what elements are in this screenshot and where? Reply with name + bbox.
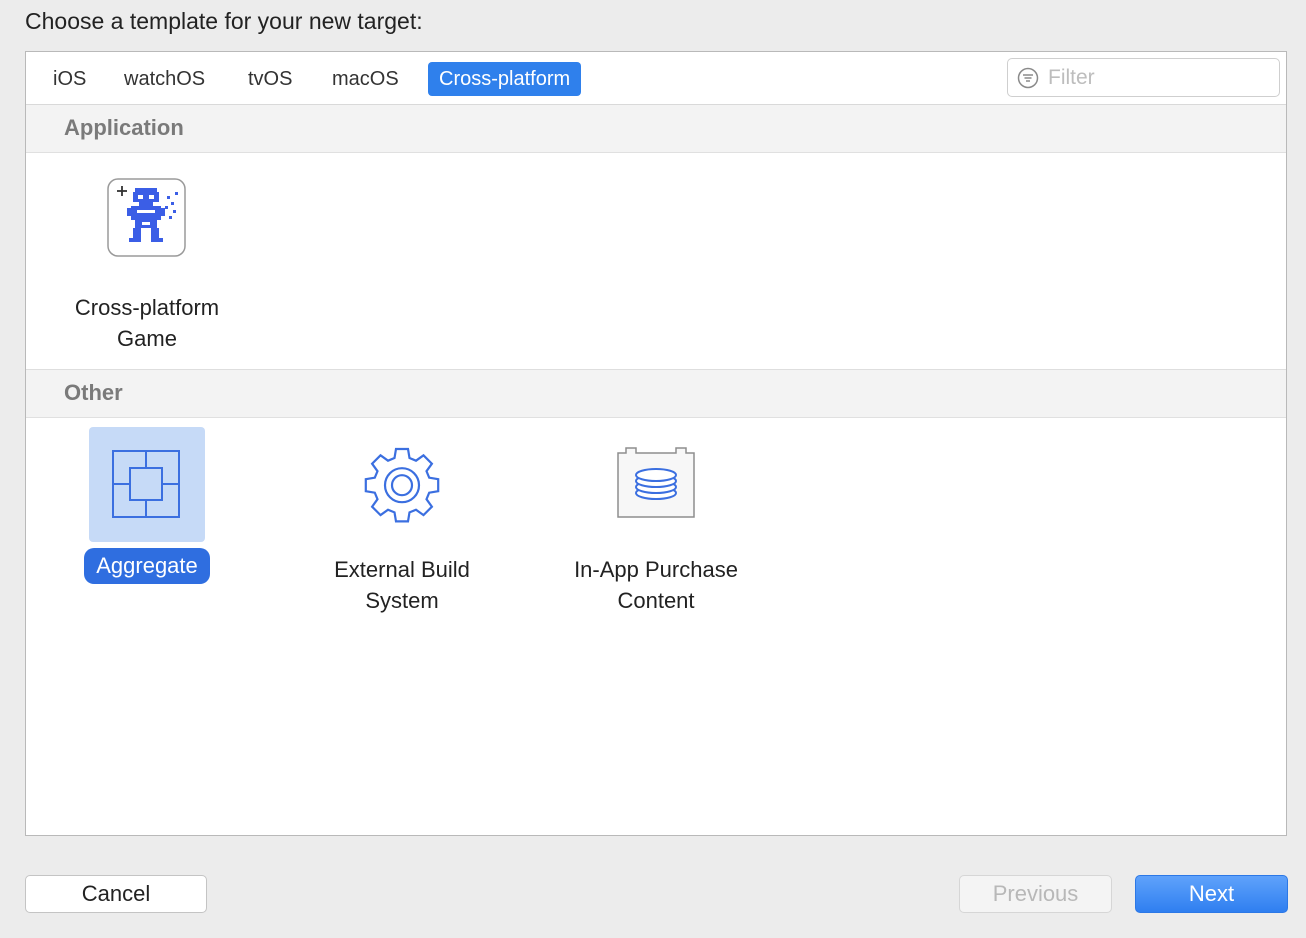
cancel-button[interactable]: Cancel — [25, 875, 207, 913]
template-external-build-system[interactable]: External Build System — [292, 445, 512, 616]
tab-tvos[interactable]: tvOS — [237, 62, 303, 96]
tab-watchos[interactable]: watchOS — [113, 62, 216, 96]
aggregate-icon — [89, 427, 205, 542]
gear-icon — [363, 445, 441, 523]
tab-ios[interactable]: iOS — [42, 62, 97, 96]
tab-cross-platform[interactable]: Cross-platform — [428, 62, 582, 96]
template-label: In-App Purchase Content — [574, 557, 738, 613]
platform-tab-bar: iOS watchOS tvOS macOS Cross-platform — [26, 52, 1286, 105]
filter-input[interactable] — [1046, 62, 1270, 94]
previous-button[interactable]: Previous — [959, 875, 1112, 913]
dialog-heading: Choose a template for your new target: — [25, 8, 423, 34]
template-label: Aggregate — [84, 548, 210, 584]
section-title: Application — [64, 115, 184, 140]
template-aggregate[interactable]: Aggregate — [37, 427, 257, 584]
section-title: Other — [64, 380, 123, 405]
template-in-app-purchase-content[interactable]: In-App Purchase Content — [546, 445, 766, 616]
filter-icon — [1017, 67, 1039, 89]
section-header-application: Application — [26, 105, 1286, 153]
section-header-other: Other — [26, 370, 1286, 418]
template-cross-platform-game[interactable]: Cross-platform Game — [37, 178, 257, 354]
template-chooser-panel: iOS watchOS tvOS macOS Cross-platform Ap… — [25, 51, 1287, 836]
game-robot-icon — [107, 178, 187, 258]
tab-macos[interactable]: macOS — [321, 62, 410, 96]
coin-stack-box-icon — [616, 445, 696, 521]
template-label: External Build System — [334, 557, 470, 613]
next-button[interactable]: Next — [1135, 875, 1288, 913]
filter-field[interactable] — [1007, 58, 1280, 97]
template-label: Cross-platform Game — [74, 295, 220, 351]
